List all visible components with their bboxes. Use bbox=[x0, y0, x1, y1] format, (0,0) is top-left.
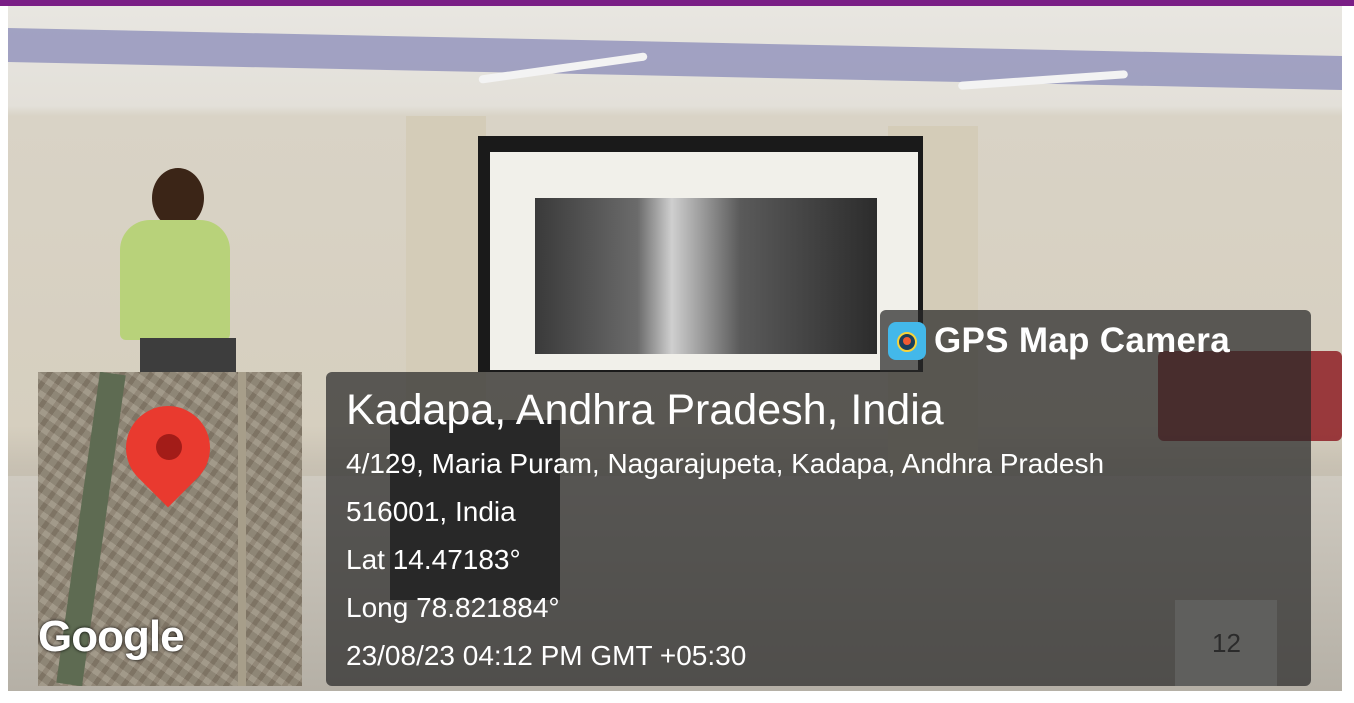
longitude-text: Long 78.821884° bbox=[346, 592, 560, 623]
timestamp-text: 23/08/23 04:12 PM GMT +05:30 bbox=[346, 640, 747, 671]
google-logo: Google bbox=[38, 612, 185, 661]
satellite-map-thumbnail: Google bbox=[38, 372, 302, 686]
projected-image bbox=[535, 198, 877, 354]
ceiling-band bbox=[8, 28, 1342, 90]
speaker-shirt bbox=[120, 220, 230, 340]
gps-map-camera-icon bbox=[888, 322, 926, 360]
photo-frame: 12 GPS Map Camera Kadapa, Andhra Pradesh… bbox=[0, 0, 1354, 703]
speaker-head bbox=[152, 168, 204, 228]
gps-badge-title: GPS Map Camera bbox=[934, 321, 1230, 360]
latitude-text: Lat 14.47183° bbox=[346, 544, 521, 575]
location-info-box: Kadapa, Andhra Pradesh, India 4/129, Mar… bbox=[326, 372, 1311, 686]
map-road bbox=[238, 372, 246, 686]
map-pin-dot bbox=[156, 434, 182, 460]
gps-map-camera-badge: GPS Map Camera bbox=[880, 310, 1311, 372]
address-line-1: 4/129, Maria Puram, Nagarajupeta, Kadapa… bbox=[346, 448, 1105, 479]
location-city: Kadapa, Andhra Pradesh, India bbox=[346, 386, 944, 434]
address-line-2: 516001, India bbox=[346, 496, 516, 527]
